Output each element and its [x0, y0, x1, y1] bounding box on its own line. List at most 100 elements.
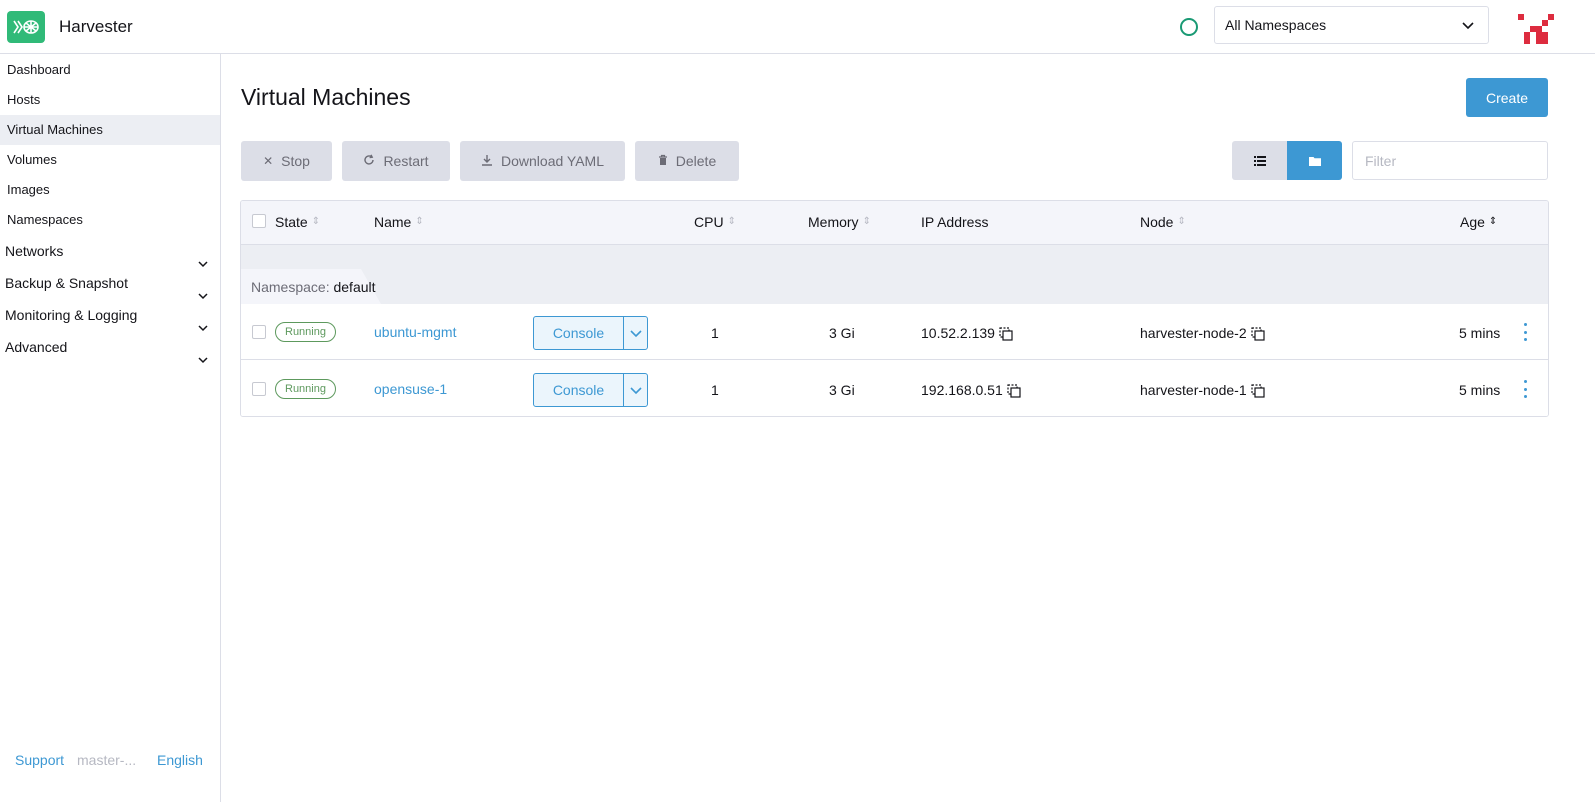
- memory-cell: 3 Gi: [829, 325, 855, 341]
- console-dropdown-button[interactable]: [624, 374, 647, 406]
- sidebar-item-dashboard[interactable]: Dashboard: [0, 55, 220, 85]
- node-value: harvester-node-1: [1140, 382, 1247, 398]
- column-header-name[interactable]: Name ⇕: [374, 214, 424, 230]
- namespace-group-row: Namespace: default: [241, 245, 1548, 304]
- close-icon: ✕: [263, 154, 274, 168]
- page-title: Virtual Machines: [241, 84, 411, 110]
- column-header-label: Node: [1140, 214, 1174, 230]
- sort-icon: ⇕: [727, 216, 736, 227]
- column-header-label: Age: [1460, 214, 1485, 230]
- download-yaml-button[interactable]: Download YAML: [460, 141, 625, 181]
- sidebar-item-hosts[interactable]: Hosts: [0, 85, 220, 115]
- memory-cell: 3 Gi: [829, 382, 855, 398]
- user-avatar[interactable]: [1518, 12, 1554, 44]
- copy-icon[interactable]: [1251, 384, 1265, 401]
- sort-icon: ⇕: [415, 216, 424, 227]
- column-header-cpu[interactable]: CPU ⇕: [694, 214, 736, 230]
- language-select[interactable]: English: [157, 752, 203, 768]
- console-button[interactable]: Console: [534, 317, 624, 349]
- table-row: Running opensuse-1 Console 1 3 Gi 192.16…: [241, 361, 1548, 416]
- chevron-down-icon: [629, 325, 642, 341]
- node-cell: harvester-node-1: [1140, 382, 1265, 401]
- console-button-group: Console: [533, 373, 648, 407]
- column-header-label: Name: [374, 214, 412, 230]
- row-actions-menu-icon[interactable]: [1521, 377, 1529, 401]
- app-title: Harvester: [59, 17, 133, 36]
- console-dropdown-button[interactable]: [624, 317, 647, 349]
- delete-button-label: Delete: [675, 153, 717, 169]
- flat-list-view-button[interactable]: [1232, 141, 1287, 180]
- column-header-ip-address: IP Address: [921, 214, 988, 230]
- column-header-label: Memory: [808, 214, 859, 230]
- create-button[interactable]: Create: [1466, 78, 1548, 117]
- sidebar-group-networks[interactable]: Networks: [0, 235, 220, 268]
- table-row: Running ubuntu-mgmt Console 1 3 Gi 10.52…: [241, 304, 1548, 360]
- table-header: State ⇕ Name ⇕ CPU ⇕ Memory ⇕ IP Address…: [241, 201, 1548, 245]
- restart-button[interactable]: Restart: [342, 141, 450, 181]
- node-value: harvester-node-2: [1140, 325, 1247, 341]
- ip-address-value: 10.52.2.139: [921, 325, 995, 341]
- sidebar-group-label: Advanced: [5, 339, 68, 355]
- namespace-group-label: Namespace: default: [251, 279, 376, 295]
- sort-icon: ⇕: [311, 216, 321, 227]
- stop-button[interactable]: ✕ Stop: [241, 141, 332, 181]
- console-button-group: Console: [533, 316, 648, 350]
- trash-icon: [658, 154, 668, 169]
- node-cell: harvester-node-2: [1140, 325, 1265, 344]
- download-yaml-button-label: Download YAML: [501, 153, 604, 169]
- status-badge: Running: [275, 322, 336, 342]
- status-badge: Running: [275, 379, 336, 399]
- sort-icon: ⇕: [862, 216, 871, 227]
- sidebar-item-images[interactable]: Images: [0, 175, 220, 205]
- console-button[interactable]: Console: [534, 374, 624, 406]
- column-header-state[interactable]: State ⇕: [275, 214, 320, 230]
- column-header-label: CPU: [694, 214, 724, 230]
- sidebar-item-volumes[interactable]: Volumes: [0, 145, 220, 175]
- row-actions-menu-icon[interactable]: [1521, 320, 1529, 344]
- namespace-select[interactable]: All Namespaces: [1214, 6, 1489, 44]
- chevron-down-icon: [198, 343, 208, 375]
- namespace-select-value: All Namespaces: [1225, 17, 1327, 33]
- row-checkbox[interactable]: [252, 325, 266, 339]
- vm-name-link[interactable]: opensuse-1: [374, 381, 447, 397]
- copy-icon[interactable]: [1251, 327, 1265, 344]
- vm-name-link[interactable]: ubuntu-mgmt: [374, 324, 456, 340]
- filter-input[interactable]: [1352, 141, 1548, 180]
- support-link[interactable]: Support: [15, 752, 64, 768]
- sidebar-group-advanced[interactable]: Advanced: [0, 331, 220, 364]
- sidebar-group-monitoring-logging[interactable]: Monitoring & Logging: [0, 299, 220, 332]
- restart-button-label: Restart: [383, 153, 429, 169]
- column-header-label: State: [275, 214, 308, 230]
- namespace-group-name: default: [333, 279, 376, 295]
- folder-icon: [1308, 153, 1321, 169]
- row-checkbox[interactable]: [252, 382, 266, 396]
- cpu-cell: 1: [711, 325, 719, 341]
- stop-button-label: Stop: [281, 153, 310, 169]
- ip-address-cell: 192.168.0.51: [921, 382, 1021, 401]
- copy-icon[interactable]: [1007, 384, 1021, 401]
- version-label: master-...: [77, 752, 137, 768]
- select-all-checkbox[interactable]: [252, 214, 266, 228]
- age-cell: 5 mins: [1459, 325, 1501, 341]
- top-header: Harvester All Namespaces: [0, 0, 1595, 54]
- sidebar-item-namespaces[interactable]: Namespaces: [0, 205, 220, 235]
- sidebar-item-virtual-machines[interactable]: Virtual Machines: [0, 115, 220, 145]
- column-header-node[interactable]: Node ⇕: [1140, 214, 1186, 230]
- sort-icon: ⇕: [1177, 216, 1186, 227]
- sidebar-group-label: Backup & Snapshot: [5, 275, 128, 291]
- download-icon: [481, 154, 493, 169]
- sidebar-group-label: Networks: [5, 243, 64, 259]
- copy-icon[interactable]: [999, 327, 1013, 344]
- sort-descending-icon: ⇕: [1488, 216, 1498, 227]
- harvester-logo-icon[interactable]: [7, 11, 45, 43]
- sidebar-group-backup-snapshot[interactable]: Backup & Snapshot: [0, 267, 220, 300]
- group-by-namespace-view-button[interactable]: [1287, 141, 1342, 180]
- refresh-icon: [363, 153, 375, 169]
- delete-button[interactable]: Delete: [635, 141, 739, 181]
- list-icon: [1253, 153, 1266, 169]
- column-header-age[interactable]: Age ⇕: [1460, 214, 1497, 230]
- column-header-label: IP Address: [921, 214, 989, 230]
- column-header-memory[interactable]: Memory ⇕: [808, 214, 871, 230]
- sidebar-footer: Support master-... English: [0, 752, 220, 772]
- ip-address-cell: 10.52.2.139: [921, 325, 1013, 344]
